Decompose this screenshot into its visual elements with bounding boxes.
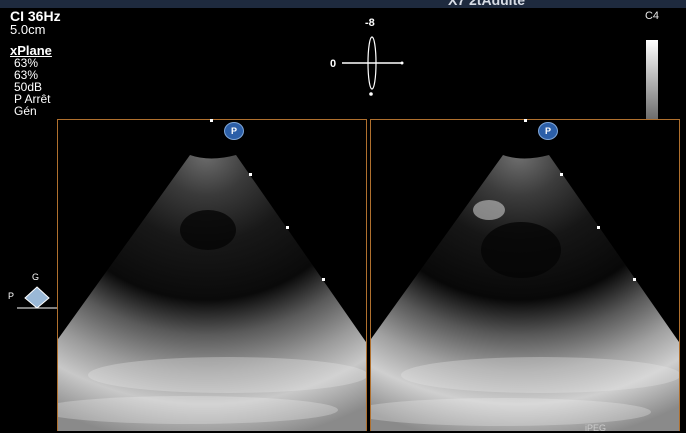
acquisition-info: CI 36Hz 5.0cm xPlane 63% 63% 50dB P Arrê…	[10, 9, 61, 118]
depth-marker	[597, 226, 600, 229]
echo-panel-right[interactable]	[370, 119, 680, 431]
image-format-tag: iPEG	[585, 423, 607, 433]
probe-orientation-icon: P	[224, 122, 244, 140]
orientation-left: P	[8, 291, 15, 301]
echo-panel-left[interactable]	[57, 119, 367, 431]
ultrasound-sector-left	[58, 155, 366, 431]
depth-marker	[322, 278, 325, 281]
multiplane-angle-icon	[342, 36, 404, 96]
orientation-top: G	[32, 272, 40, 282]
depth-marker	[633, 278, 636, 281]
orientation-marker: G P R	[8, 272, 65, 312]
probe-orientation-icon: P	[538, 122, 558, 140]
depth-marker	[210, 119, 213, 122]
mode-title: X7 2tAdulte	[448, 0, 526, 8]
top-bar	[0, 0, 686, 8]
depth-marker	[560, 173, 563, 176]
depth-value: 5.0cm	[10, 22, 46, 37]
probe-label: C4	[644, 10, 659, 22]
depth-marker	[524, 119, 527, 122]
orientation-diamond-icon	[17, 286, 57, 309]
depth-marker	[249, 173, 252, 176]
depth-marker	[286, 226, 289, 229]
general-preset: Gén	[14, 104, 37, 118]
ultrasound-sector-right	[371, 155, 679, 431]
